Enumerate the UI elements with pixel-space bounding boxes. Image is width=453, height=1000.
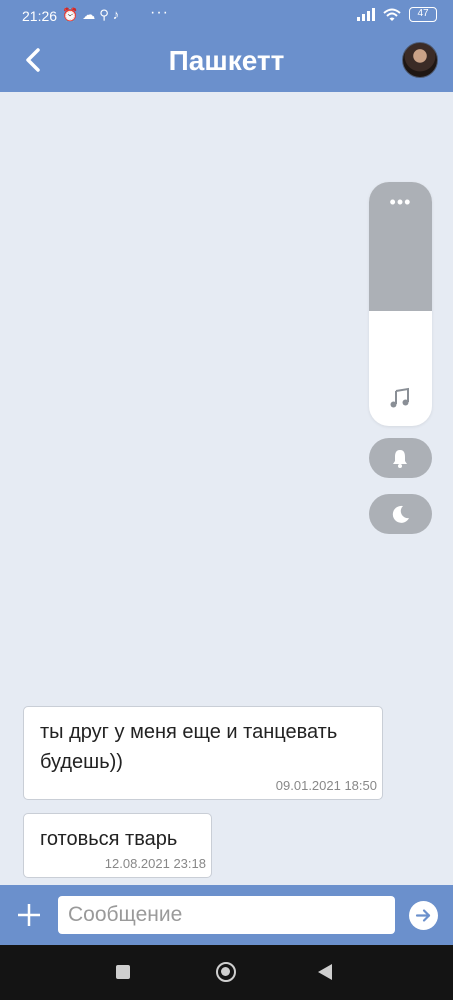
volume-slider[interactable]: ••• xyxy=(369,182,432,426)
more-notifications-icon: ··· xyxy=(150,4,169,21)
status-bar: 21:26 ⏰☁⚲♪ ··· 47 xyxy=(0,0,453,30)
music-note-icon xyxy=(390,387,409,408)
message-text: ты друг у меня еще и танцевать будешь)) xyxy=(40,721,338,773)
wifi-icon xyxy=(383,8,401,21)
recent-apps-button[interactable] xyxy=(116,965,130,979)
message-text: готовься тварь xyxy=(40,828,178,850)
cloud-icon: ☁ xyxy=(82,7,100,22)
message-composer xyxy=(0,885,453,945)
battery-icon: 47 xyxy=(409,7,437,22)
tiktok-icon: ♪ xyxy=(112,7,124,22)
bell-icon xyxy=(393,450,407,468)
home-button[interactable] xyxy=(216,962,236,982)
message-timestamp: 12.08.2021 23:18 xyxy=(104,856,206,871)
message-timestamp: 09.01.2021 18:50 xyxy=(275,778,377,793)
message-bubble[interactable]: ты друг у меня еще и танцевать будешь)) … xyxy=(23,706,383,800)
do-not-disturb-button[interactable] xyxy=(369,494,432,534)
message-input[interactable] xyxy=(58,896,395,934)
attach-button[interactable] xyxy=(14,900,44,930)
page-title: Пашкетт xyxy=(168,45,285,76)
arrow-right-icon xyxy=(415,909,431,922)
chat-header: Пашкетт xyxy=(0,30,453,92)
notification-icons: ⏰☁⚲♪ xyxy=(62,7,123,23)
message-bubble[interactable]: готовься тварь 12.08.2021 23:18 xyxy=(23,813,212,878)
signal-icon xyxy=(357,8,375,21)
ringer-toggle-button[interactable] xyxy=(369,438,432,478)
moon-icon xyxy=(392,505,409,523)
alarm-icon: ⏰ xyxy=(62,7,83,22)
system-nav-bar xyxy=(0,945,453,1000)
send-button[interactable] xyxy=(409,901,438,930)
avatar[interactable] xyxy=(402,42,438,78)
system-back-button[interactable] xyxy=(318,964,332,980)
plus-icon xyxy=(18,904,40,926)
volume-more-icon[interactable]: ••• xyxy=(369,192,432,213)
search-icon: ⚲ xyxy=(99,7,113,22)
status-time: 21:26 xyxy=(22,8,58,24)
